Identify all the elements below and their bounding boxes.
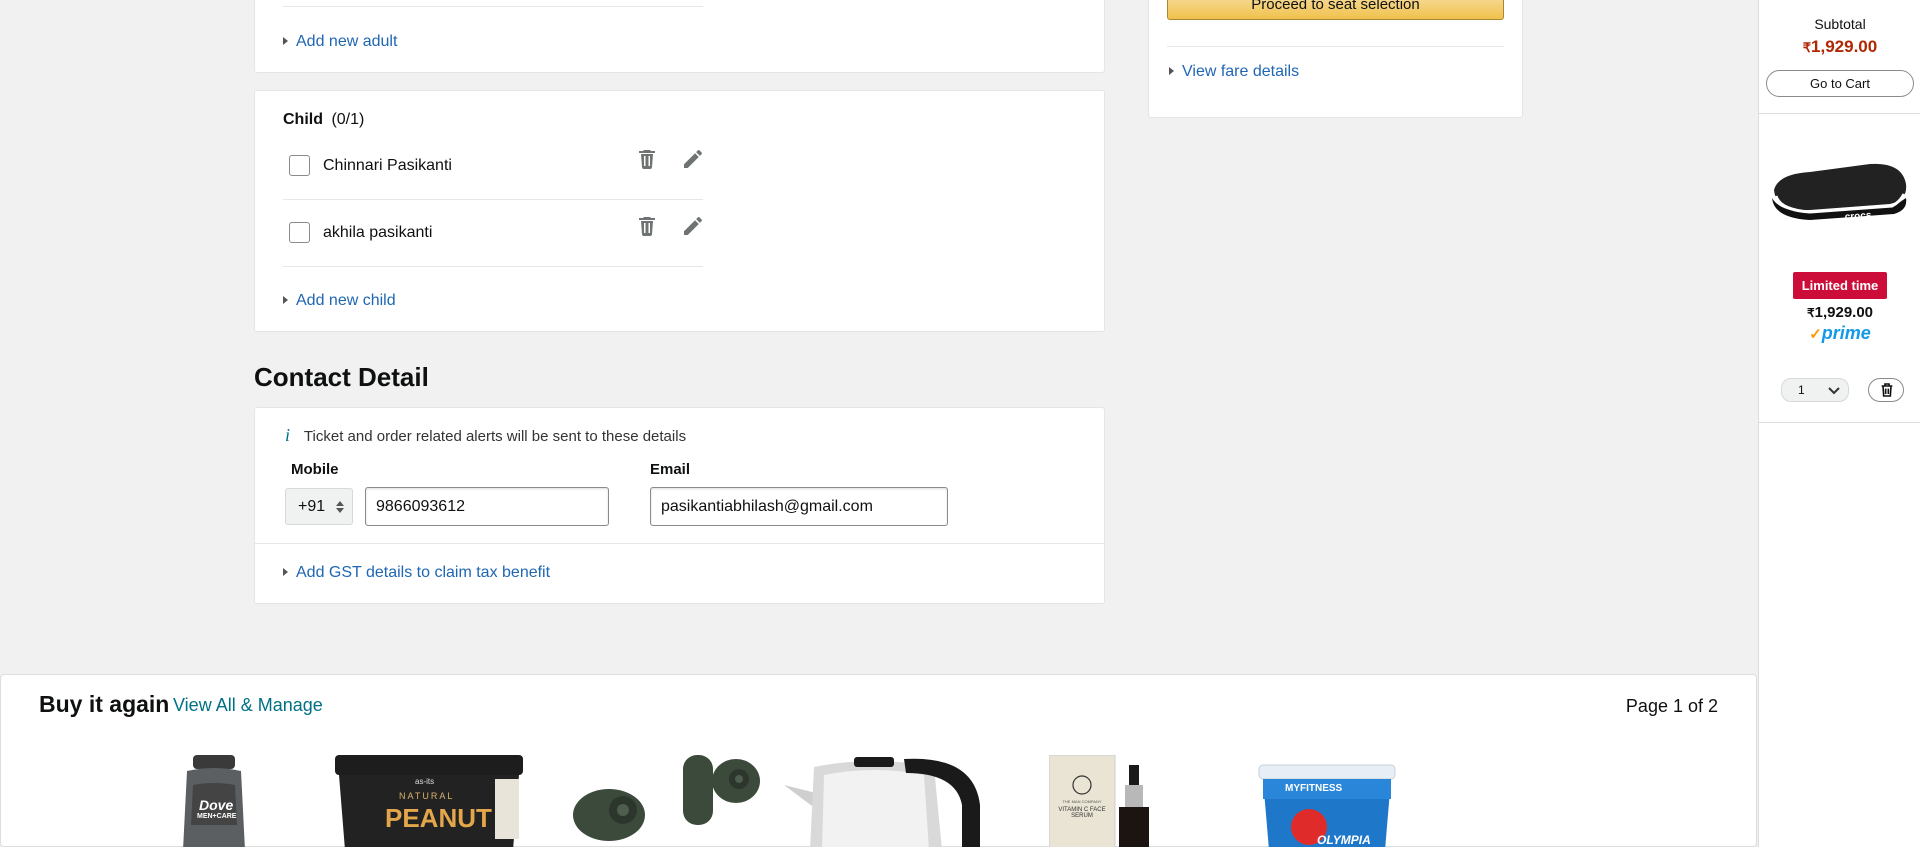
cart-sidebar: Subtotal ₹1,929.00 Go to Cart crocs Limi…: [1758, 0, 1920, 847]
item-price-value: 1,929.00: [1814, 304, 1874, 321]
edit-pencil-icon[interactable]: [681, 214, 705, 238]
product-dove[interactable]: Dove MEN+CARE: [179, 755, 249, 847]
proceed-button-label: Proceed to seat selection: [1251, 0, 1420, 13]
prime-logo: ✓prime: [1759, 323, 1920, 344]
child-heading: Child: [283, 111, 323, 128]
view-all-manage-link[interactable]: View All & Manage: [173, 695, 323, 716]
mobile-input[interactable]: 9866093612: [365, 487, 609, 526]
child-row: akhila pasikanti: [283, 200, 703, 266]
buy-it-again-section: Buy it again View All & Manage Page 1 of…: [0, 674, 1757, 847]
expand-arrow-icon: [1169, 66, 1174, 75]
child-name: akhila pasikanti: [323, 224, 433, 241]
expand-arrow-icon: [283, 36, 288, 45]
currency-symbol: ₹: [1806, 306, 1815, 320]
peanut-natural-label: NATURAL: [399, 791, 455, 801]
quantity-value: 1: [1798, 383, 1805, 397]
serum-brand-label: THE MAN COMPANY: [1062, 799, 1102, 804]
proceed-to-seat-selection-button[interactable]: Proceed to seat selection: [1167, 0, 1504, 20]
olympia-label: OLYMPIA: [1317, 833, 1371, 847]
email-input[interactable]: pasikantiabhilash@gmail.com: [650, 487, 948, 526]
trash-icon: [1881, 383, 1893, 397]
child-name: Chinnari Pasikanti: [323, 157, 452, 174]
currency-symbol: ₹: [1802, 40, 1812, 55]
adult-card: Add new adult: [254, 0, 1105, 73]
product-face-serum[interactable]: THE MAN COMPANY VITAMIN C FACE SERUM: [1048, 754, 1169, 847]
child-count: (0/1): [331, 111, 365, 128]
contact-detail-title: Contact Detail: [254, 362, 429, 392]
delete-item-button[interactable]: [1868, 378, 1904, 402]
serum-label: VITAMIN C FACE SERUM: [1058, 807, 1106, 819]
sidebar-divider: [1759, 422, 1920, 423]
child-checkbox[interactable]: [289, 222, 310, 243]
expand-arrow-icon: [283, 295, 288, 304]
email-label: Email: [650, 461, 691, 478]
svg-text:crocs: crocs: [1844, 210, 1872, 223]
child-checkbox[interactable]: [289, 155, 310, 176]
sidebar-divider: [1759, 113, 1920, 114]
dove-sub-label: MEN+CARE: [197, 813, 237, 820]
product-kettle[interactable]: [784, 755, 984, 847]
chevron-down-icon: [1828, 387, 1840, 395]
child-divider: [283, 266, 703, 267]
go-to-cart-label: Go to Cart: [1810, 76, 1870, 91]
dove-label: Dove: [199, 797, 234, 813]
subtotal-price: ₹1,929.00: [1759, 37, 1920, 57]
add-gst-link[interactable]: Add GST details to claim tax benefit: [296, 564, 550, 581]
contact-divider: [255, 543, 1104, 544]
country-code-select[interactable]: +91: [285, 488, 353, 525]
product-peanut-butter[interactable]: as-its NATURAL PEANUT: [335, 755, 525, 847]
peanut-label: PEANUT: [385, 803, 492, 833]
subtotal-label: Subtotal: [1814, 16, 1866, 32]
product-earbuds[interactable]: [561, 755, 761, 847]
main-area: Add new adult Child (0/1) Chinnari Pasik…: [0, 0, 1757, 847]
prime-label: prime: [1821, 323, 1871, 343]
child-row: Chinnari Pasikanti: [283, 133, 703, 199]
quantity-select[interactable]: 1: [1781, 378, 1849, 402]
peanut-brand: as-its: [415, 777, 435, 786]
go-to-cart-button[interactable]: Go to Cart: [1766, 70, 1914, 97]
info-icon: i: [285, 425, 291, 445]
limited-time-badge: Limited time: [1793, 272, 1887, 299]
summary-divider: [1167, 46, 1504, 47]
crocs-slide-image[interactable]: crocs: [1770, 154, 1910, 226]
badge-label: Limited time: [1801, 278, 1879, 293]
country-code-value: +91: [298, 498, 326, 515]
view-fare-details-link[interactable]: View fare details: [1182, 63, 1299, 80]
add-new-adult-link[interactable]: Add new adult: [296, 33, 397, 50]
trash-icon[interactable]: [635, 214, 659, 238]
buy-it-again-title: Buy it again: [39, 691, 170, 717]
contact-card: i Ticket and order related alerts will b…: [254, 407, 1105, 604]
expand-arrow-icon: [283, 567, 288, 576]
info-text: Ticket and order related alerts will be …: [303, 428, 687, 445]
product-myfitness[interactable]: MYFITNESS OLYMPIA: [1257, 755, 1397, 847]
adult-divider: [283, 6, 703, 7]
page-indicator: Page 1 of 2: [1625, 696, 1718, 716]
summary-card: Proceed to seat selection View fare deta…: [1148, 0, 1523, 118]
child-card: Child (0/1) Chinnari Pasikanti akhila pa…: [254, 90, 1105, 332]
myfitness-label: MYFITNESS: [1285, 783, 1343, 794]
mobile-label: Mobile: [291, 461, 339, 478]
subtotal-value: 1,929.00: [1811, 37, 1878, 56]
sort-arrows-icon: [336, 501, 344, 513]
add-new-child-link[interactable]: Add new child: [296, 292, 396, 309]
item-price: ₹1,929.00: [1759, 304, 1920, 321]
kettle-image: [784, 757, 980, 847]
prime-check-icon: ✓: [1809, 326, 1822, 343]
trash-icon[interactable]: [635, 147, 659, 171]
edit-pencil-icon[interactable]: [681, 147, 705, 171]
earbuds-image: [573, 755, 760, 841]
